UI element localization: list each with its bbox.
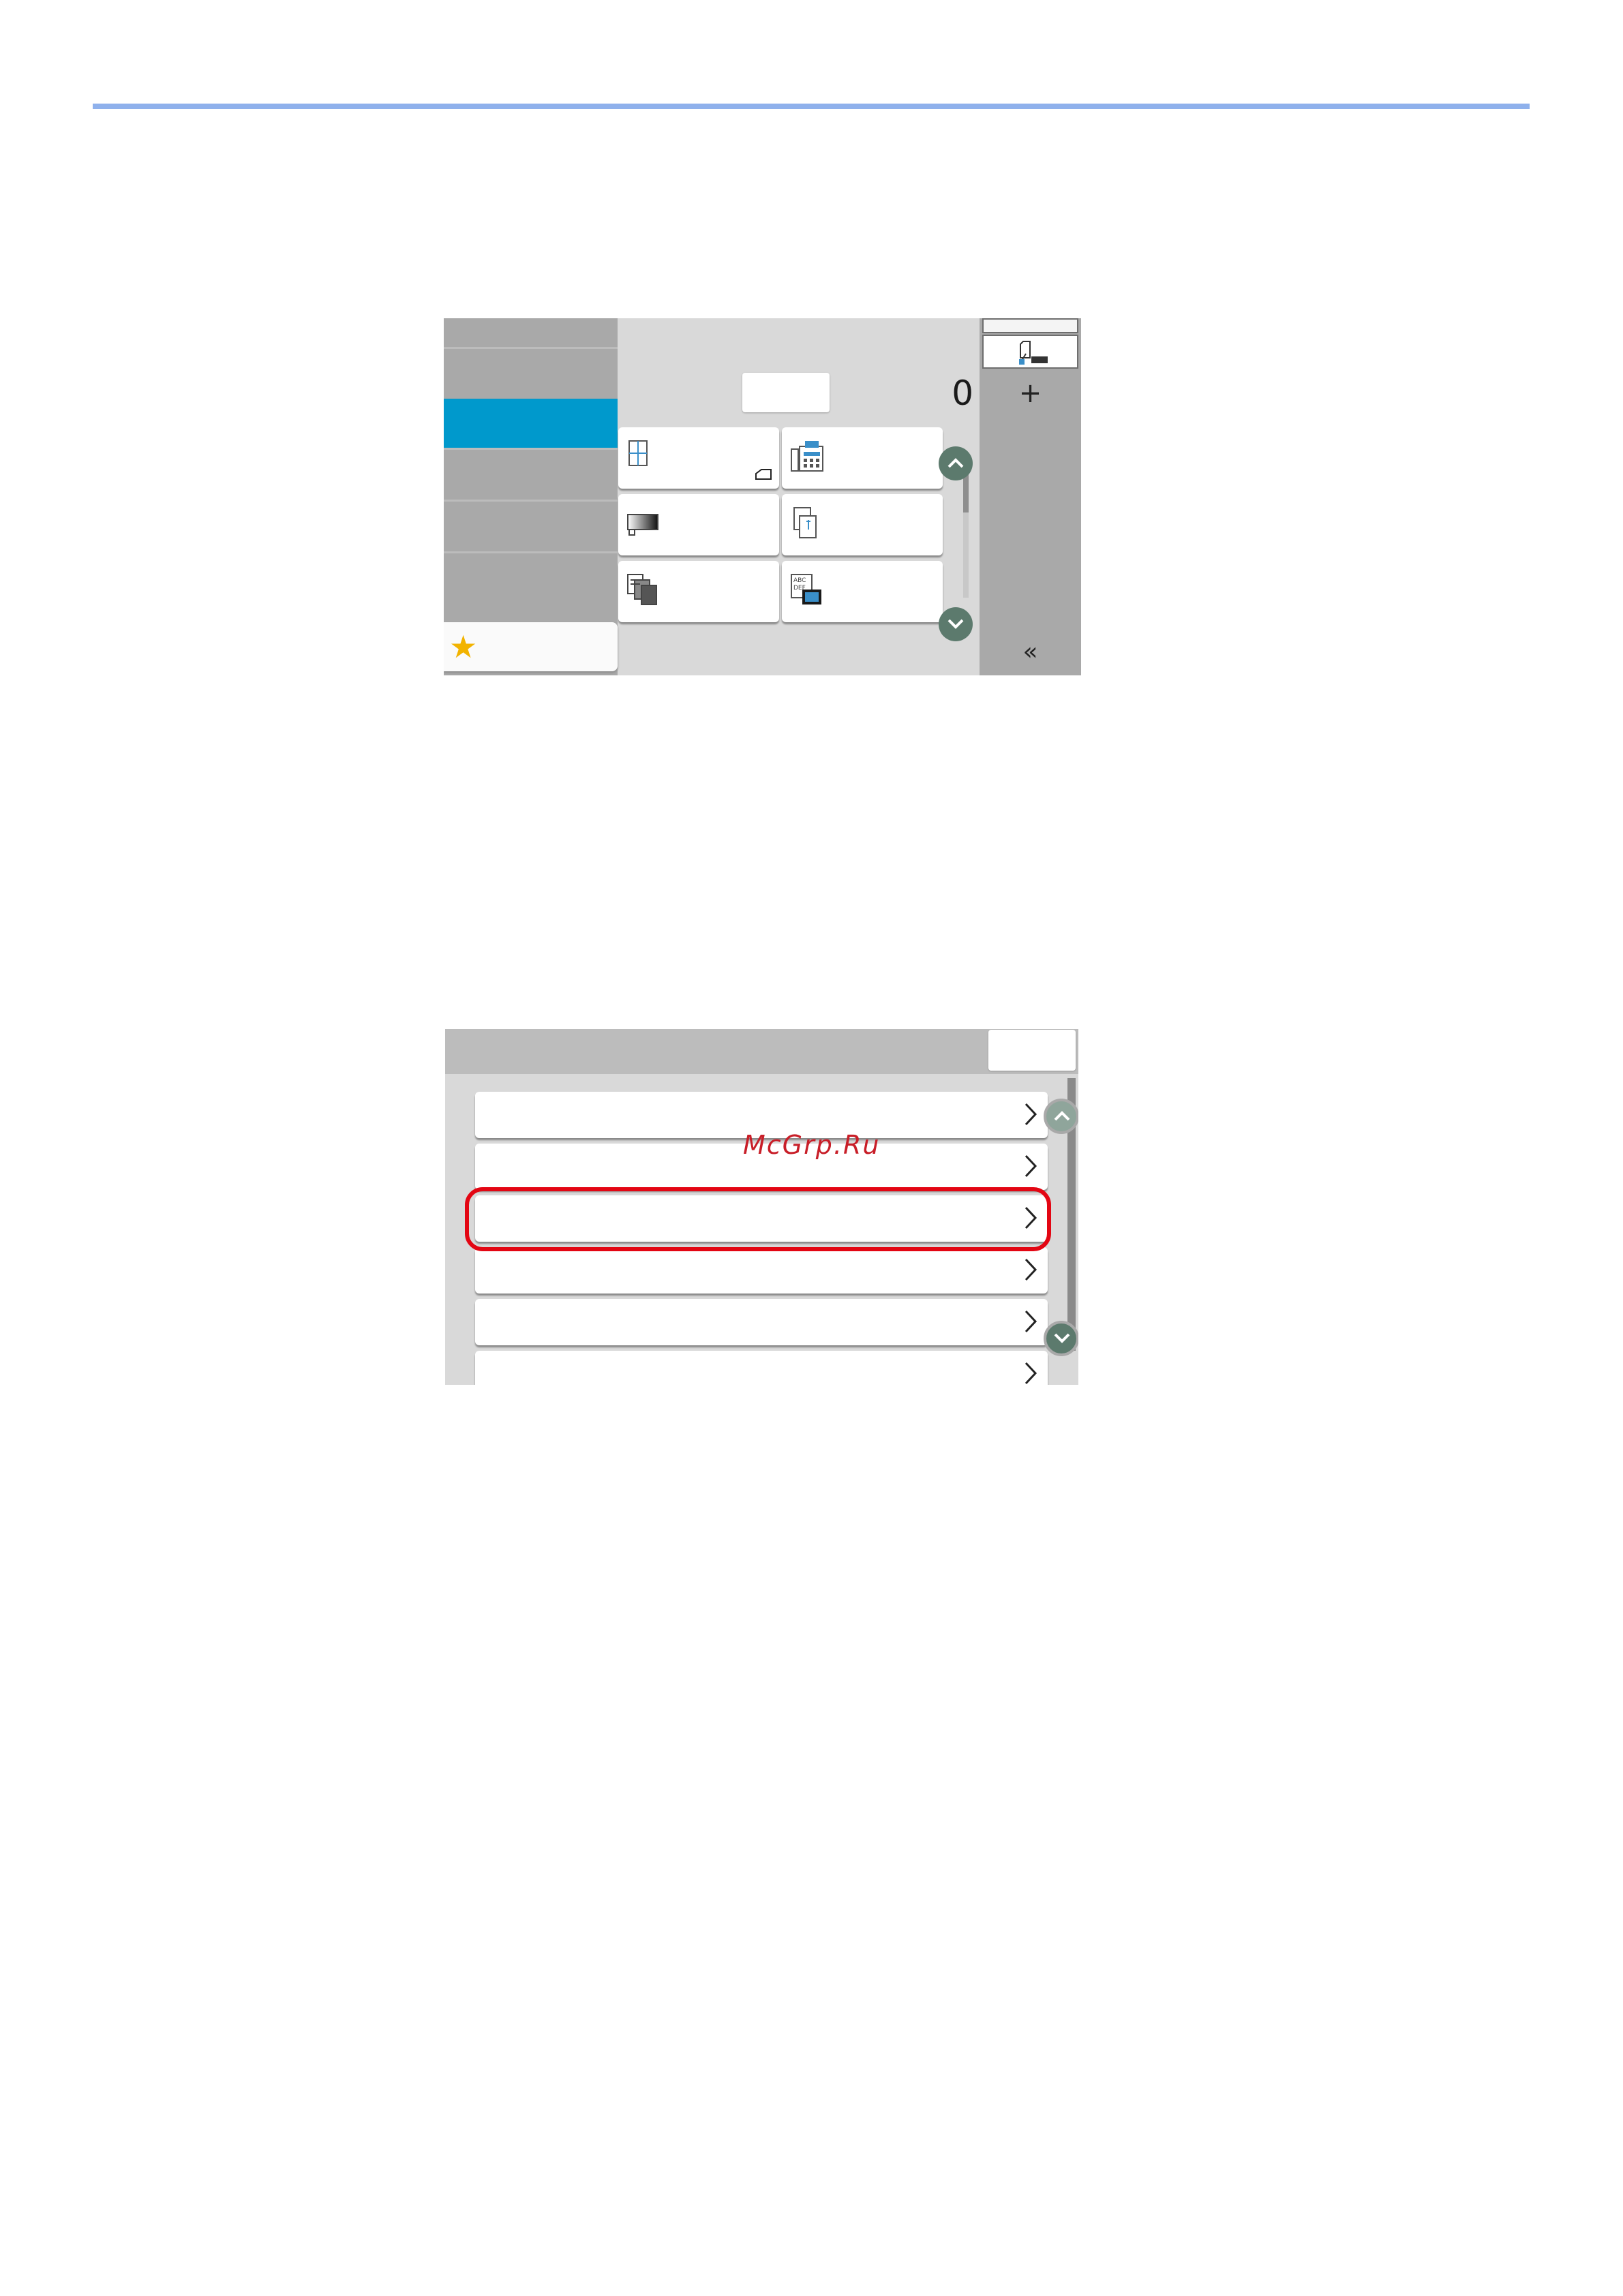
- chevron-up-icon: [1054, 1111, 1070, 1121]
- chevron-up-icon: [947, 458, 964, 468]
- copy-screen: ★ 0 ABC DEF + «: [444, 318, 1081, 675]
- sidebar-tab-5[interactable]: [444, 500, 618, 549]
- svg-text:ABC: ABC: [793, 577, 806, 584]
- settings-header: [445, 1029, 1078, 1074]
- scroll-down-button[interactable]: [1044, 1321, 1078, 1356]
- chevron-down-icon: [1054, 1333, 1070, 1343]
- plus-icon[interactable]: +: [980, 378, 1081, 408]
- list-item[interactable]: [475, 1351, 1048, 1385]
- tile-density[interactable]: [618, 494, 779, 555]
- duplex-icon: [793, 507, 817, 538]
- star-icon: ★: [449, 628, 478, 665]
- highlight-outline: [465, 1187, 1051, 1251]
- copy-count: 0: [952, 373, 973, 413]
- right-panel-tab[interactable]: [982, 335, 1078, 369]
- scan-preview-icon: [1019, 341, 1048, 365]
- chevron-right-icon: [1025, 1103, 1037, 1126]
- scroll-up-button[interactable]: [1044, 1099, 1078, 1134]
- fax-icon: [791, 441, 823, 472]
- list-item[interactable]: [475, 1247, 1048, 1294]
- copy-count-field[interactable]: [742, 373, 830, 412]
- sidebar-tab-4[interactable]: [444, 448, 618, 497]
- tray-icon: [755, 469, 772, 480]
- tile-image-quality[interactable]: ABC DEF: [782, 561, 943, 622]
- chevron-right-icon: [1025, 1154, 1037, 1178]
- collapse-icon[interactable]: «: [980, 639, 1081, 666]
- scroll-up-button[interactable]: [939, 446, 973, 480]
- tile-duplex[interactable]: [782, 494, 943, 555]
- chevron-down-icon: [947, 619, 964, 629]
- sidebar-tab-6[interactable]: [444, 551, 618, 600]
- right-panel-tab-top[interactable]: [982, 318, 1078, 333]
- favorites-button[interactable]: ★: [444, 622, 618, 671]
- tile-paper-selection[interactable]: [618, 427, 779, 489]
- tile-fax[interactable]: [782, 427, 943, 489]
- chevron-right-icon: [1025, 1362, 1037, 1385]
- sidebar-tab-selected[interactable]: [444, 399, 618, 448]
- watermark: McGrp.Ru: [743, 1130, 881, 1160]
- right-panel: + «: [980, 318, 1081, 675]
- collate-icon: [627, 574, 657, 605]
- image-quality-icon: ABC DEF: [791, 574, 821, 604]
- header-button[interactable]: [988, 1030, 1076, 1071]
- sidebar-tab-1[interactable]: [444, 318, 618, 347]
- chevron-right-icon: [1025, 1310, 1037, 1333]
- chevron-right-icon: [1025, 1258, 1037, 1281]
- density-icon: [627, 514, 658, 536]
- tile-collate[interactable]: [618, 561, 779, 622]
- paper-selection-icon: [628, 440, 648, 466]
- header-rule: [93, 104, 1530, 109]
- list-item[interactable]: [475, 1299, 1048, 1345]
- scroll-down-button[interactable]: [939, 607, 973, 641]
- sidebar: ★: [444, 318, 618, 675]
- sidebar-tab-2[interactable]: [444, 347, 618, 396]
